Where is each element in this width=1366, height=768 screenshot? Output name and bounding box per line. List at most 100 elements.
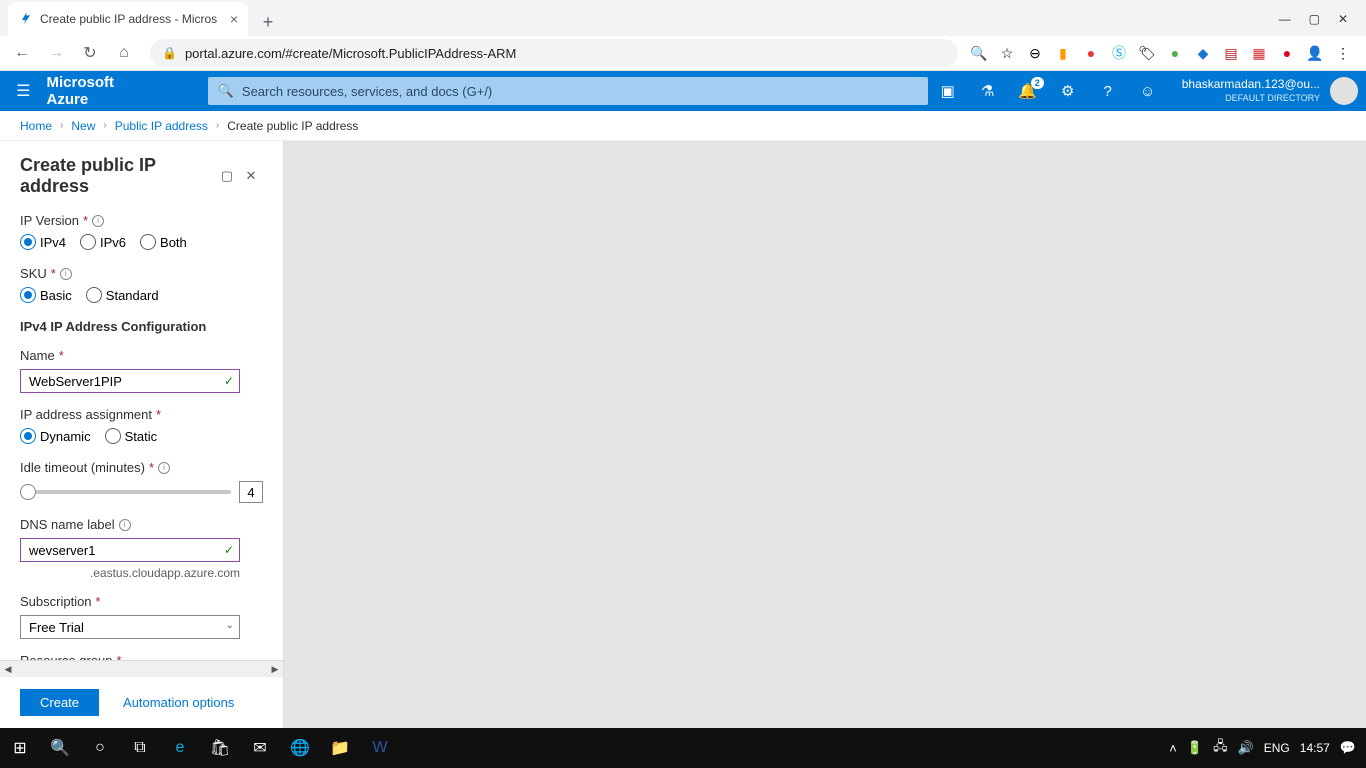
help-icon[interactable]: ? xyxy=(1088,71,1128,111)
chrome-icon[interactable]: 🌐 xyxy=(280,728,320,768)
clock[interactable]: 14:57 xyxy=(1300,741,1330,755)
subscription-label: Subscription * xyxy=(20,594,263,609)
breadcrumb-home[interactable]: Home xyxy=(20,119,52,133)
back-button[interactable]: ← xyxy=(8,39,36,67)
cloud-shell-icon[interactable]: ▣ xyxy=(928,71,968,111)
home-button[interactable]: ⌂ xyxy=(110,39,138,67)
blade-body: IP Version * i IPv4 IPv6 Both SKU * i Ba… xyxy=(0,207,283,660)
word-icon[interactable]: W xyxy=(360,728,400,768)
mail-icon[interactable]: ✉ xyxy=(240,728,280,768)
profile-avatar-icon[interactable]: 👤 xyxy=(1306,44,1324,62)
search-input[interactable] xyxy=(242,84,918,99)
radio-ipv4[interactable]: IPv4 xyxy=(20,234,66,250)
create-button[interactable]: Create xyxy=(20,689,99,716)
account-email: bhaskarmadan.123@ou... xyxy=(1182,77,1320,91)
sku-radio-group: Basic Standard xyxy=(20,287,263,303)
lock-icon: 🔒 xyxy=(162,46,177,60)
tray-chevron-icon[interactable]: ˄ xyxy=(1169,741,1177,756)
search-taskbar-icon[interactable]: 🔍 xyxy=(40,728,80,768)
settings-icon[interactable]: ⚙ xyxy=(1048,71,1088,111)
blade-footer: Create Automation options xyxy=(0,676,283,728)
ext-icon-1[interactable]: ⊖ xyxy=(1026,44,1044,62)
ext-icon-3[interactable]: ● xyxy=(1082,44,1100,62)
tab-close-icon[interactable]: × xyxy=(230,11,238,27)
radio-standard[interactable]: Standard xyxy=(86,287,159,303)
ip-version-label: IP Version * i xyxy=(20,213,263,228)
subscription-select[interactable]: Free Trial ⌄ xyxy=(20,615,240,639)
zoom-icon[interactable]: 🔍 xyxy=(970,44,988,62)
volume-icon[interactable]: 🔊 xyxy=(1238,740,1254,756)
reload-button[interactable]: ↻ xyxy=(76,39,104,67)
language-indicator[interactable]: ENG xyxy=(1264,741,1290,755)
info-icon[interactable]: i xyxy=(92,215,104,227)
url-text: portal.azure.com/#create/Microsoft.Publi… xyxy=(185,46,516,61)
info-icon[interactable]: i xyxy=(119,519,131,531)
radio-both[interactable]: Both xyxy=(140,234,187,250)
breadcrumb-public-ip[interactable]: Public IP address xyxy=(115,119,208,133)
pinterest-icon[interactable]: ● xyxy=(1278,44,1296,62)
slider-thumb[interactable] xyxy=(20,484,36,500)
ext-icon-6[interactable]: ◆ xyxy=(1194,44,1212,62)
ext-icon-2[interactable]: ▮ xyxy=(1054,44,1072,62)
notifications-icon[interactable]: 🔔2 xyxy=(1008,71,1048,111)
tab-strip: Create public IP address - Micros × + — … xyxy=(0,0,1366,36)
radio-ipv6[interactable]: IPv6 xyxy=(80,234,126,250)
dns-input[interactable] xyxy=(20,538,240,562)
ext-icon-7[interactable]: ▦ xyxy=(1250,44,1268,62)
account-info[interactable]: bhaskarmadan.123@ou... DEFAULT DIRECTORY xyxy=(1168,77,1330,105)
skype-icon[interactable]: Ⓢ xyxy=(1110,44,1128,62)
account-tenant: DEFAULT DIRECTORY xyxy=(1182,91,1320,105)
pdf-icon[interactable]: ▤ xyxy=(1222,44,1240,62)
idle-timeout-value[interactable] xyxy=(239,481,263,503)
pin-icon[interactable]: ▢ xyxy=(215,168,239,184)
check-icon: ✓ xyxy=(224,374,234,388)
sku-label: SKU * i xyxy=(20,266,263,281)
header-actions: ▣ ⚗ 🔔2 ⚙ ? ☺ bhaskarmadan.123@ou... DEFA… xyxy=(928,71,1366,111)
filter-icon[interactable]: ⚗ xyxy=(968,71,1008,111)
start-button[interactable]: ⊞ xyxy=(0,728,40,768)
ext-icon-4[interactable]: 🏷 xyxy=(1138,44,1156,62)
forward-button[interactable]: → xyxy=(42,39,70,67)
edge-icon[interactable]: e xyxy=(160,728,200,768)
info-icon[interactable]: i xyxy=(158,462,170,474)
automation-options-link[interactable]: Automation options xyxy=(123,695,234,710)
resource-group-label: Resource group * xyxy=(20,653,263,660)
azure-search[interactable]: 🔍 xyxy=(208,77,928,105)
name-input[interactable] xyxy=(20,369,240,393)
store-icon[interactable]: 🛍 xyxy=(200,728,240,768)
radio-static[interactable]: Static xyxy=(105,428,158,444)
breadcrumb-new[interactable]: New xyxy=(71,119,95,133)
tab-title: Create public IP address - Micros xyxy=(40,12,224,26)
close-window-icon[interactable]: ✕ xyxy=(1338,12,1348,26)
idle-timeout-slider[interactable] xyxy=(20,490,231,494)
info-icon[interactable]: i xyxy=(60,268,72,280)
azure-brand[interactable]: Microsoft Azure xyxy=(46,74,195,108)
radio-dynamic[interactable]: Dynamic xyxy=(20,428,91,444)
battery-icon[interactable]: 🔋 xyxy=(1187,740,1203,756)
star-icon[interactable]: ☆ xyxy=(998,44,1016,62)
action-center-icon[interactable]: 💬 xyxy=(1340,740,1356,756)
feedback-icon[interactable]: ☺ xyxy=(1128,71,1168,111)
close-blade-icon[interactable]: ✕ xyxy=(239,168,263,184)
address-bar[interactable]: 🔒 portal.azure.com/#create/Microsoft.Pub… xyxy=(150,39,958,67)
browser-tab[interactable]: Create public IP address - Micros × xyxy=(8,2,248,36)
search-icon: 🔍 xyxy=(218,83,234,99)
hamburger-menu[interactable]: ☰ xyxy=(0,81,46,101)
avatar[interactable] xyxy=(1330,77,1358,105)
radio-basic[interactable]: Basic xyxy=(20,287,72,303)
azure-favicon-icon xyxy=(18,10,34,29)
ext-icon-5[interactable]: ● xyxy=(1166,44,1184,62)
new-tab-button[interactable]: + xyxy=(254,8,282,36)
explorer-icon[interactable]: 📁 xyxy=(320,728,360,768)
horizontal-scrollbar[interactable]: ◀▶ xyxy=(0,660,283,676)
name-label: Name * xyxy=(20,348,263,363)
minimize-icon[interactable]: — xyxy=(1279,12,1291,26)
idle-timeout-slider-row xyxy=(20,481,263,503)
menu-icon[interactable]: ⋮ xyxy=(1334,44,1352,62)
chevron-right-icon: › xyxy=(60,120,63,131)
maximize-icon[interactable]: ▢ xyxy=(1309,12,1320,26)
task-view-icon[interactable]: ⧉ xyxy=(120,728,160,768)
wifi-icon[interactable]: 🖧 xyxy=(1213,737,1228,759)
cortana-icon[interactable]: ○ xyxy=(80,728,120,768)
address-row: ← → ↻ ⌂ 🔒 portal.azure.com/#create/Micro… xyxy=(0,36,1366,71)
